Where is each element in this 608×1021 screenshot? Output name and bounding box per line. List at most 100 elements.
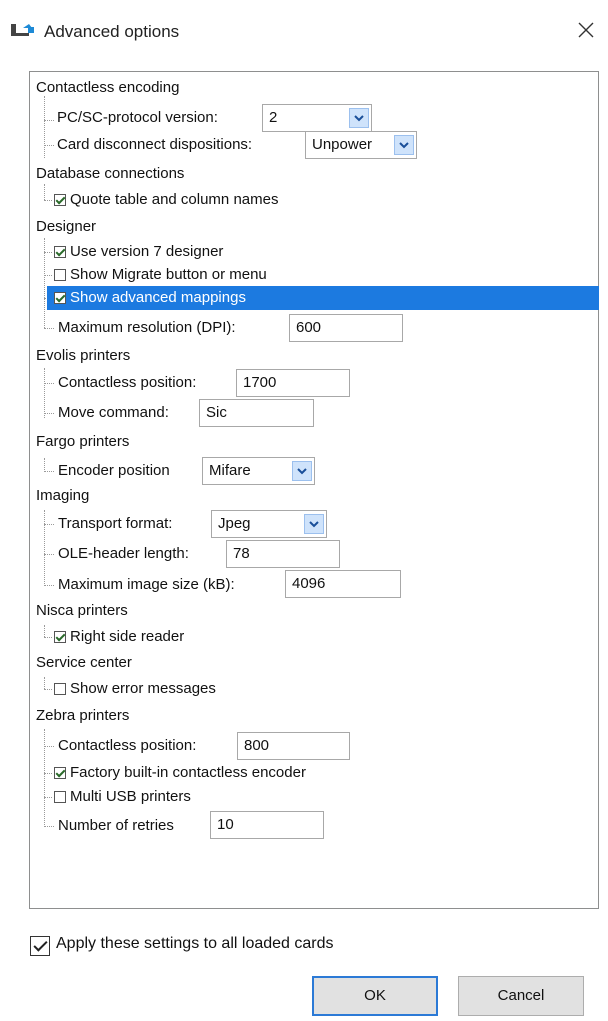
- chevron-down-icon[interactable]: [304, 514, 324, 534]
- category-label: Database connections: [36, 165, 185, 182]
- version7-designer-label: Use version 7 designer: [70, 243, 224, 260]
- settings-tree[interactable]: Contactless encoding PC/SC-protocol vers…: [29, 71, 599, 909]
- advanced-mappings-label: Show advanced mappings: [70, 289, 246, 306]
- category-nisca-printers[interactable]: Nisca printers: [36, 599, 128, 623]
- factory-encoder-option[interactable]: Factory built-in contactless encoder: [52, 761, 306, 785]
- tree-line: [44, 328, 54, 329]
- tree-line: [44, 746, 54, 747]
- factory-encoder-checkbox[interactable]: [54, 767, 66, 779]
- tree-line: [44, 773, 52, 774]
- tree-line: [44, 184, 45, 200]
- category-evolis-printers[interactable]: Evolis printers: [36, 344, 130, 368]
- chevron-down-icon[interactable]: [394, 135, 414, 155]
- error-messages-label: Show error messages: [70, 680, 216, 697]
- tree-line: [44, 637, 52, 638]
- number-of-retries-field[interactable]: 10: [210, 811, 324, 839]
- error-messages-option[interactable]: Show error messages: [52, 677, 216, 701]
- encoder-position-value: Mifare: [209, 462, 251, 479]
- tree-line: [44, 585, 54, 586]
- migrate-button-option[interactable]: Show Migrate button or menu: [52, 263, 267, 287]
- factory-encoder-label: Factory built-in contactless encoder: [70, 764, 306, 781]
- category-label: Fargo printers: [36, 433, 130, 450]
- max-image-size-field[interactable]: 4096: [285, 570, 401, 598]
- category-label: Imaging: [36, 487, 90, 504]
- max-resolution-field[interactable]: 600: [289, 314, 403, 342]
- tree-line: [44, 510, 45, 586]
- ok-button[interactable]: OK: [312, 976, 438, 1016]
- category-database-connections[interactable]: Database connections: [36, 162, 184, 186]
- tree-line: [44, 524, 54, 525]
- advanced-mappings-option[interactable]: Show advanced mappings: [52, 286, 246, 310]
- apply-all-label: Apply these settings to all loaded cards: [56, 935, 334, 952]
- tree-line: [44, 275, 52, 276]
- right-side-reader-checkbox[interactable]: [54, 631, 66, 643]
- tree-line: [44, 252, 52, 253]
- chevron-down-icon[interactable]: [292, 461, 312, 481]
- multi-usb-label: Multi USB printers: [70, 788, 191, 805]
- max-image-size-label: Maximum image size (kB):: [58, 576, 235, 593]
- transport-format-select[interactable]: Jpeg: [211, 510, 327, 538]
- close-icon[interactable]: [574, 18, 598, 42]
- tree-line: [44, 625, 45, 637]
- number-of-retries-label: Number of retries: [58, 817, 174, 834]
- tree-line: [44, 96, 45, 158]
- category-fargo-printers[interactable]: Fargo printers: [36, 430, 129, 454]
- tree-line: [44, 797, 52, 798]
- move-command-label: Move command:: [58, 404, 169, 421]
- ole-header-length-field[interactable]: 78: [226, 540, 340, 568]
- category-designer[interactable]: Designer: [36, 215, 96, 239]
- version7-designer-option[interactable]: Use version 7 designer: [52, 240, 223, 264]
- evolis-contactless-position-label: Contactless position:: [58, 374, 197, 391]
- multi-usb-option[interactable]: Multi USB printers: [52, 785, 191, 809]
- chevron-down-icon[interactable]: [349, 108, 369, 128]
- quote-names-option[interactable]: Quote table and column names: [52, 188, 278, 212]
- card-disconnect-value: Unpower: [312, 136, 373, 153]
- zebra-contactless-position-label: Contactless position:: [58, 737, 197, 754]
- multi-usb-checkbox[interactable]: [54, 791, 66, 803]
- zebra-contactless-position-field[interactable]: 800: [237, 732, 350, 760]
- migrate-button-checkbox[interactable]: [54, 269, 66, 281]
- category-imaging[interactable]: Imaging: [36, 484, 89, 508]
- transport-format-value: Jpeg: [218, 515, 251, 532]
- version7-designer-checkbox[interactable]: [54, 246, 66, 258]
- card-disconnect-label: Card disconnect dispositions:: [57, 136, 253, 153]
- tree-line: [44, 120, 54, 121]
- tree-line: [44, 826, 54, 827]
- evolis-contactless-position-field[interactable]: 1700: [236, 369, 350, 397]
- ole-header-length-label: OLE-header length:: [58, 545, 189, 562]
- move-command-field[interactable]: Sic: [199, 399, 314, 427]
- app-icon: [11, 24, 34, 36]
- pcsc-version-label: PC/SC-protocol version:: [57, 109, 218, 126]
- pcsc-version-value: 2: [269, 109, 278, 126]
- apply-all-checkbox[interactable]: [30, 936, 50, 956]
- category-label: Designer: [36, 218, 97, 235]
- right-side-reader-label: Right side reader: [70, 628, 185, 645]
- right-side-reader-option[interactable]: Right side reader: [52, 625, 184, 649]
- category-label: Contactless encoding: [36, 79, 180, 96]
- pcsc-version-select[interactable]: 2: [262, 104, 372, 132]
- advanced-mappings-checkbox[interactable]: [54, 292, 66, 304]
- quote-names-checkbox[interactable]: [54, 194, 66, 206]
- category-contactless-encoding[interactable]: Contactless encoding: [36, 76, 179, 100]
- max-resolution-label: Maximum resolution (DPI):: [58, 319, 236, 336]
- tree-line: [44, 383, 54, 384]
- tree-line: [44, 677, 45, 689]
- migrate-button-label: Show Migrate button or menu: [70, 266, 267, 283]
- tree-line: [44, 413, 54, 414]
- category-label: Nisca printers: [36, 602, 128, 619]
- cancel-button[interactable]: Cancel: [458, 976, 584, 1016]
- category-zebra-printers[interactable]: Zebra printers: [36, 704, 129, 728]
- category-label: Zebra printers: [36, 707, 130, 724]
- encoder-position-label: Encoder position: [58, 462, 170, 479]
- tree-line: [44, 729, 45, 827]
- transport-format-label: Transport format:: [58, 515, 173, 532]
- tree-line: [44, 471, 54, 472]
- category-service-center[interactable]: Service center: [36, 651, 132, 675]
- tree-line: [44, 554, 54, 555]
- encoder-position-select[interactable]: Mifare: [202, 457, 315, 485]
- card-disconnect-select[interactable]: Unpower: [305, 131, 417, 159]
- category-label: Evolis printers: [36, 347, 131, 364]
- tree-line: [44, 200, 52, 201]
- error-messages-checkbox[interactable]: [54, 683, 66, 695]
- tree-line: [44, 458, 45, 472]
